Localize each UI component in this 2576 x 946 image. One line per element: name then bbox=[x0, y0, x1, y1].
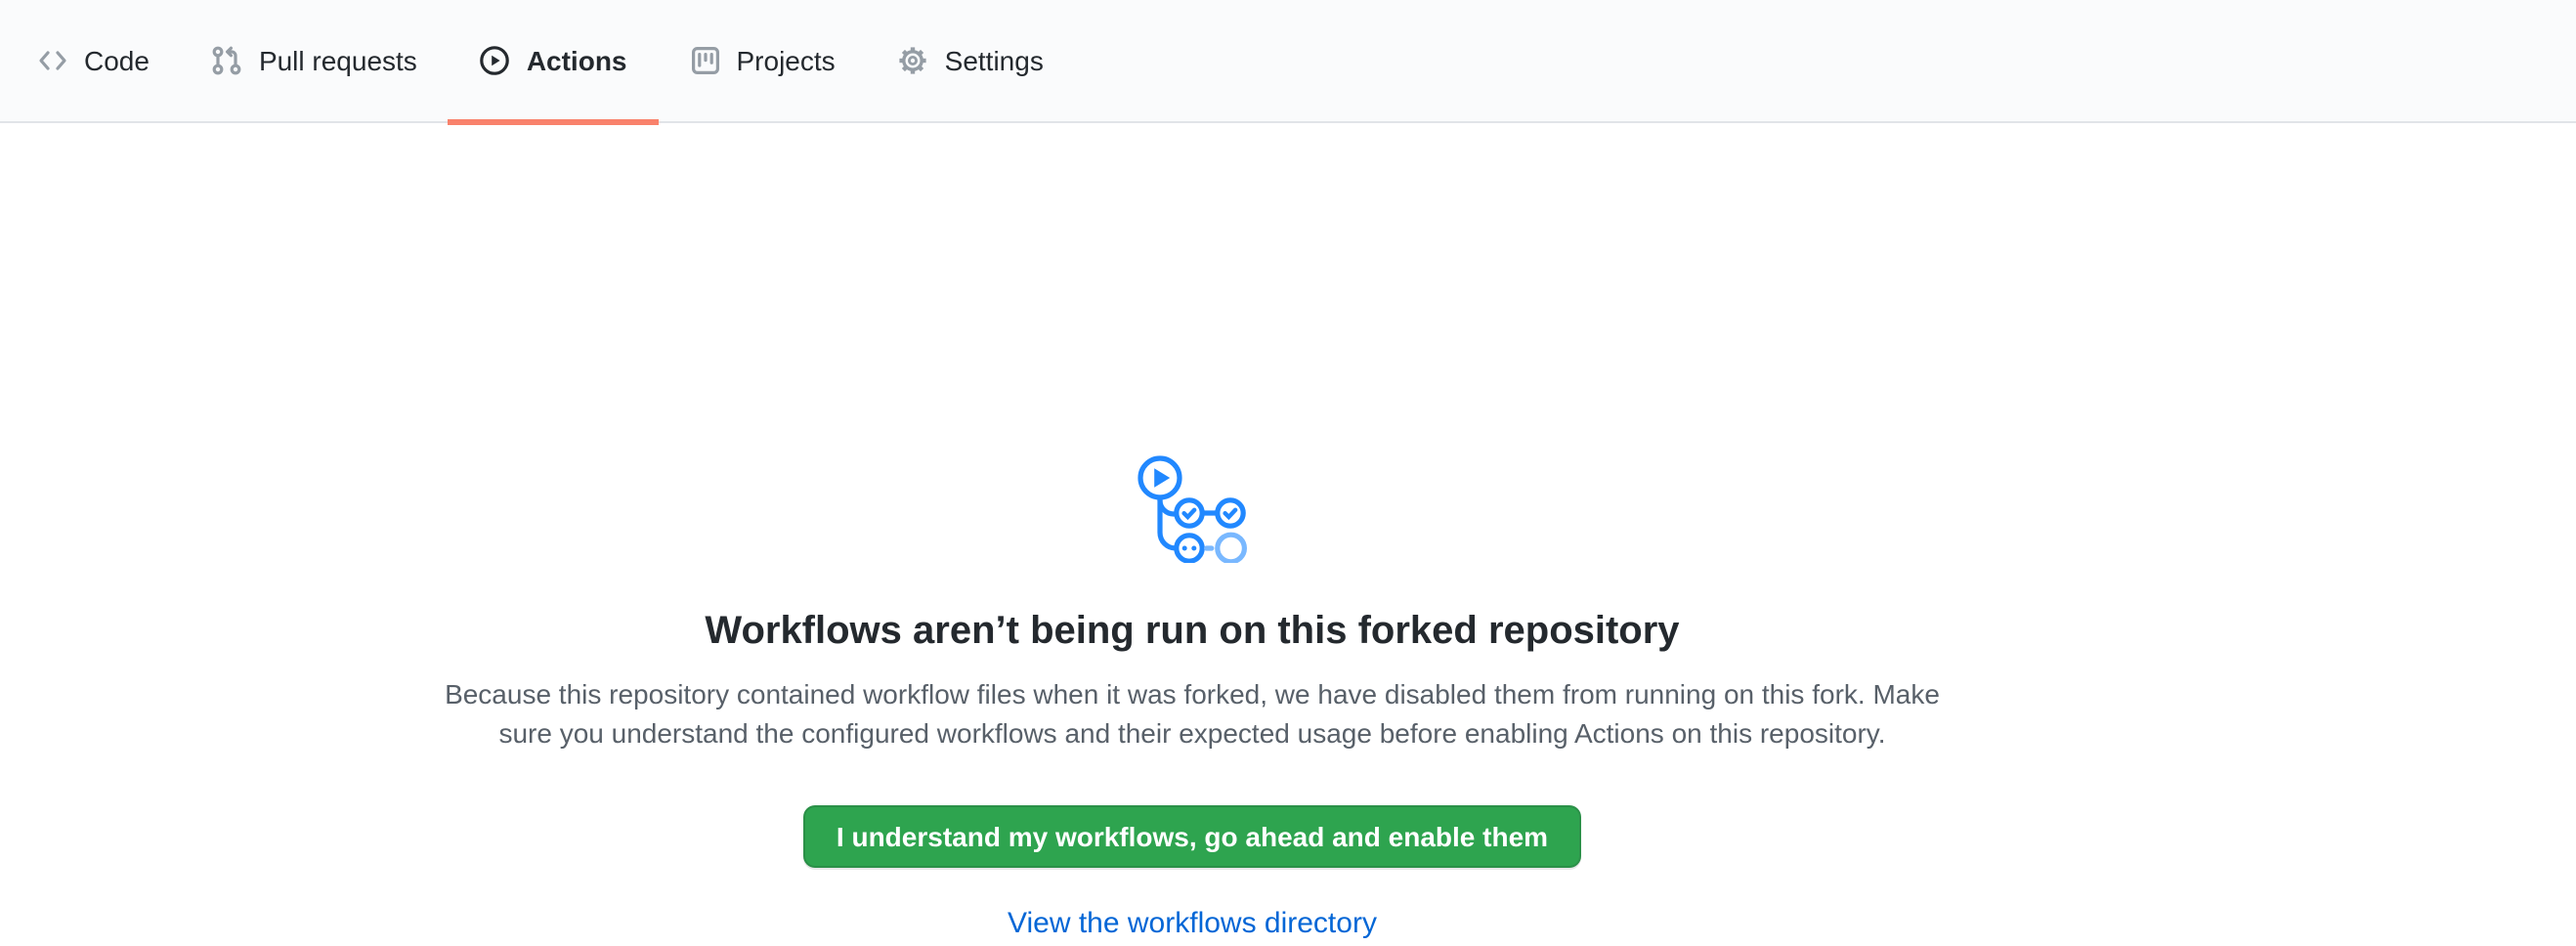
button-row: I understand my workflows, go ahead and … bbox=[0, 805, 2384, 868]
tab-pull-requests-label: Pull requests bbox=[259, 0, 417, 122]
tab-projects[interactable]: Projects bbox=[659, 0, 867, 121]
tab-settings[interactable]: Settings bbox=[867, 0, 1075, 121]
view-workflows-directory-link[interactable]: View the workflows directory bbox=[1008, 907, 1377, 940]
code-icon bbox=[37, 45, 68, 76]
blankslate-description: Because this repository contained workfl… bbox=[0, 674, 2384, 752]
repo-tab-bar: Code Pull requests Actions bbox=[0, 0, 2576, 123]
project-icon bbox=[690, 45, 721, 76]
page-root: Code Pull requests Actions bbox=[0, 0, 2576, 923]
tab-projects-label: Projects bbox=[737, 0, 836, 122]
tab-code[interactable]: Code bbox=[6, 0, 181, 121]
description-line-1: Because this repository contained workfl… bbox=[0, 674, 2384, 713]
tab-actions[interactable]: Actions bbox=[449, 0, 659, 121]
git-pull-request-icon bbox=[212, 45, 243, 76]
description-line-2: sure you understand the configured workf… bbox=[0, 713, 2384, 752]
tab-actions-label: Actions bbox=[527, 0, 627, 122]
tab-code-label: Code bbox=[84, 0, 150, 122]
tab-settings-label: Settings bbox=[945, 0, 1044, 122]
link-row: View the workflows directory bbox=[0, 903, 2384, 946]
workflow-graph-icon bbox=[1138, 453, 1247, 563]
page-title: Workflows aren’t being run on this forke… bbox=[0, 602, 2384, 661]
play-circle-icon bbox=[480, 45, 511, 76]
tab-pull-requests[interactable]: Pull requests bbox=[181, 0, 449, 121]
enable-workflows-button[interactable]: I understand my workflows, go ahead and … bbox=[803, 805, 1581, 868]
actions-blankslate: Workflows aren’t being run on this forke… bbox=[0, 125, 2576, 923]
gear-icon bbox=[898, 45, 929, 76]
